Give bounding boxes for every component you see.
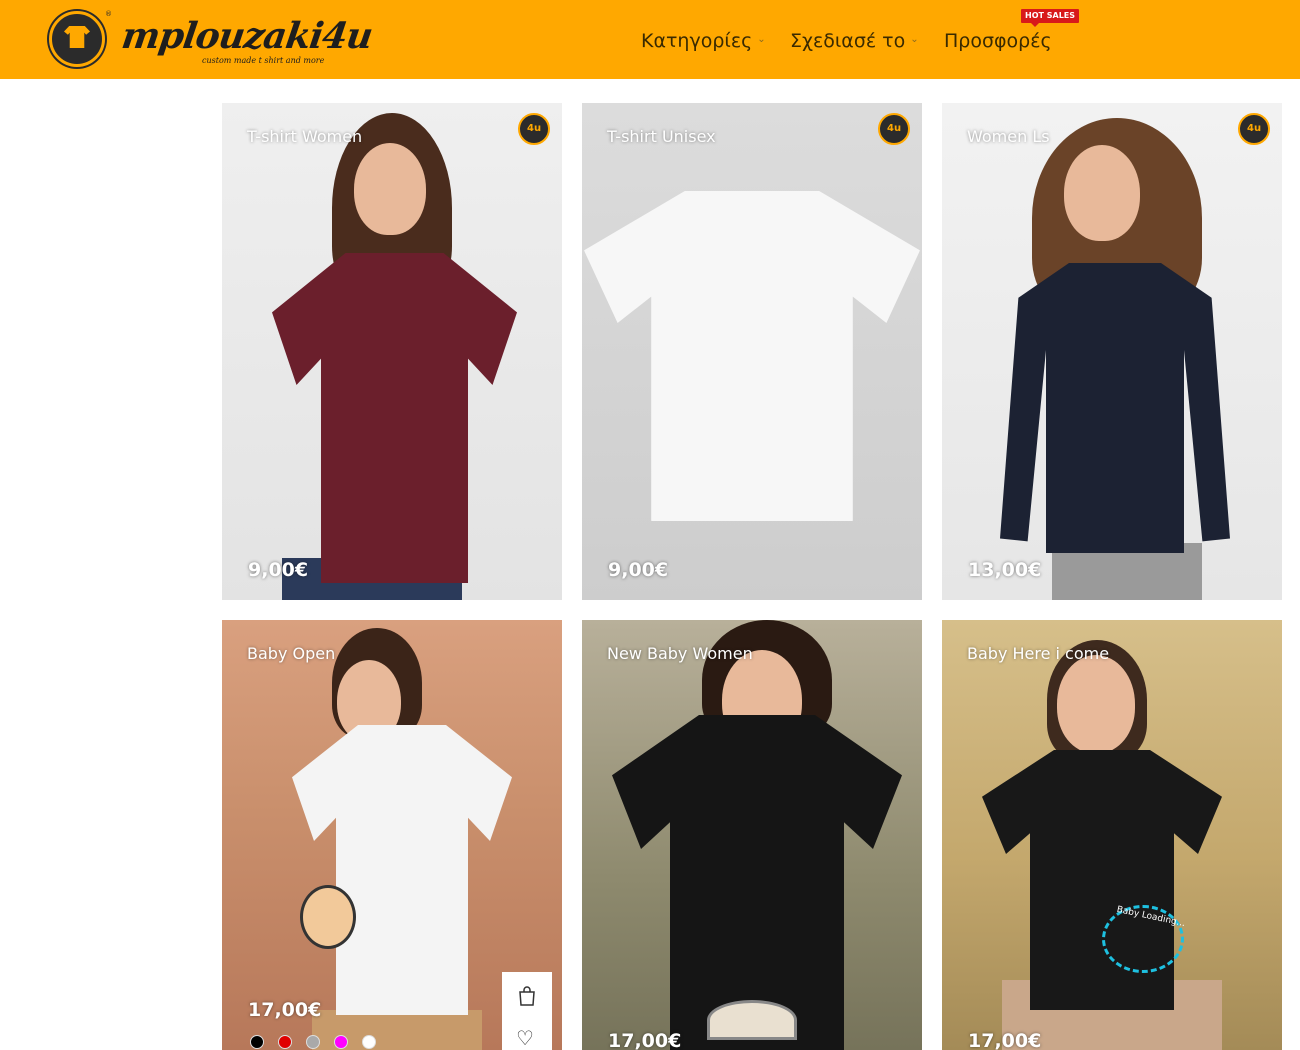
nav-categories-label: Κατηγορίες <box>641 30 753 52</box>
product-card-baby-here-i-come[interactable]: Baby Loading... Baby Here i come 17,00€ <box>942 620 1282 1050</box>
nav-design-it[interactable]: Σχεδιασέ το ⌄ <box>790 29 919 53</box>
chevron-down-icon: ⌄ <box>910 33 919 45</box>
baby-graphic <box>300 885 356 949</box>
product-price: 9,00€ <box>608 559 669 581</box>
hot-sales-badge: HOT SALES <box>1021 9 1080 27</box>
swatch-white[interactable] <box>362 1035 376 1049</box>
product-price: 9,00€ <box>248 559 309 581</box>
product-title[interactable]: New Baby Women <box>607 644 753 663</box>
color-swatches <box>250 1035 376 1049</box>
product-card-tshirt-women[interactable]: T-shirt Women 9,00€ <box>222 103 562 600</box>
nav-offers[interactable]: Προσφορές <box>944 29 1052 53</box>
product-title[interactable]: T-shirt Women <box>247 127 362 146</box>
nav-design-label: Σχεδιασέ το <box>790 30 906 52</box>
baby-graphic <box>707 1000 797 1040</box>
nav-offers-label: Προσφορές <box>944 30 1052 52</box>
product-title[interactable]: Baby Open <box>247 644 335 663</box>
product-card-tshirt-unisex[interactable]: T-shirt Unisex 9,00€ <box>582 103 922 600</box>
heart-icon[interactable]: ♡ <box>516 1028 534 1048</box>
chevron-down-icon: ⌄ <box>757 33 766 45</box>
product-image <box>584 191 920 521</box>
product-price: 17,00€ <box>608 1030 682 1050</box>
product-card-new-baby-women[interactable]: New Baby Women 17,00€ <box>582 620 922 1050</box>
product-actions: ♡ <box>502 972 552 1050</box>
brand-logo-icon <box>1238 113 1270 145</box>
product-title[interactable]: T-shirt Unisex <box>607 127 716 146</box>
shopping-bag-icon[interactable] <box>517 986 537 1006</box>
logo-wordmark[interactable]: mplouzaki4u <box>119 15 375 57</box>
nav-categories[interactable]: Κατηγορίες ⌄ <box>641 29 766 53</box>
swatch-magenta[interactable] <box>334 1035 348 1049</box>
product-title[interactable]: Women Ls <box>967 127 1050 146</box>
brand-logo-icon <box>878 113 910 145</box>
brand-logo-icon <box>518 113 550 145</box>
swatch-red[interactable] <box>278 1035 292 1049</box>
logo-tagline: custom made t shirt and more <box>202 56 325 65</box>
product-card-baby-open[interactable]: Baby Open 17,00€ ♡ <box>222 620 562 1050</box>
product-price: 13,00€ <box>968 559 1042 581</box>
swatch-grey[interactable] <box>306 1035 320 1049</box>
product-card-women-ls[interactable]: Women Ls 13,00€ <box>942 103 1282 600</box>
logo-icon[interactable]: 4u ® <box>49 10 112 67</box>
site-header: 4u ® mplouzaki4u custom made t shirt and… <box>0 0 1300 79</box>
product-price: 17,00€ <box>248 999 322 1021</box>
product-title[interactable]: Baby Here i come <box>967 644 1109 663</box>
product-price: 17,00€ <box>968 1030 1042 1050</box>
swatch-black[interactable] <box>250 1035 264 1049</box>
